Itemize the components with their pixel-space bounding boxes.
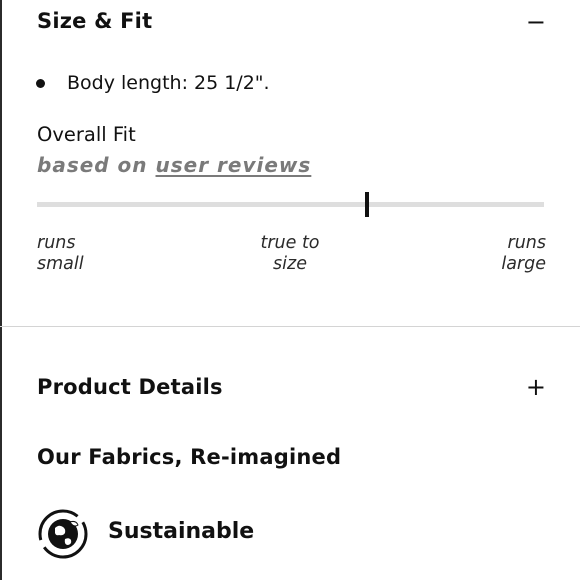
globe-leaf-icon: [38, 509, 88, 559]
runs-small-label: runs small: [37, 233, 84, 274]
overall-fit-heading: Overall Fit: [37, 123, 136, 146]
sustainable-label: Sustainable: [108, 519, 255, 544]
fit-source-line: based on user reviews: [37, 153, 311, 177]
fabrics-title: Our Fabrics, Re-imagined: [37, 445, 342, 469]
bullet-icon: [36, 78, 45, 88]
fit-scale-track: [37, 202, 544, 207]
left-edge-rule: [0, 0, 2, 580]
body-length-text: Body length: 25 1/2".: [67, 72, 270, 94]
product-details-title[interactable]: Product Details: [37, 375, 223, 399]
size-fit-title[interactable]: Size & Fit: [37, 9, 152, 33]
collapse-size-fit-button[interactable]: −: [526, 10, 546, 34]
runs-large-label: runs large: [501, 233, 546, 274]
fit-scale-marker: [364, 192, 369, 217]
expand-product-details-button[interactable]: +: [526, 375, 546, 399]
user-reviews-link[interactable]: user reviews: [156, 153, 312, 177]
true-to-size-label: true to size: [260, 233, 320, 274]
section-divider: [0, 326, 580, 327]
based-on-text: based on: [37, 153, 148, 177]
body-length-item: Body length: 25 1/2".: [36, 72, 270, 94]
